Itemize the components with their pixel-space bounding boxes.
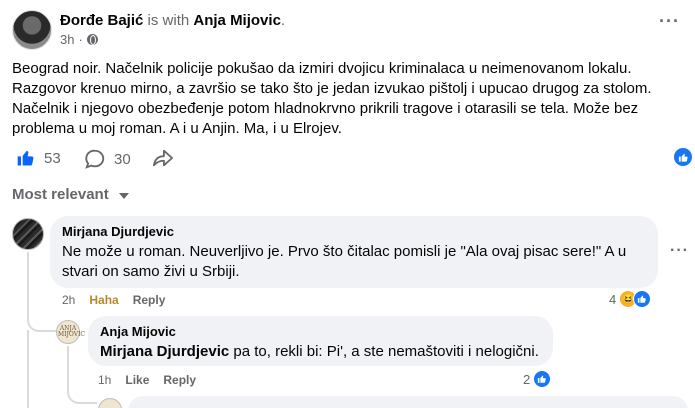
reply-button[interactable]: Reply bbox=[133, 293, 166, 307]
post-text: Beograd noir. Načelnik policije pokušao … bbox=[12, 60, 652, 137]
post-author-name[interactable]: Đorđe Bajić bbox=[60, 12, 143, 29]
comment-time[interactable]: 1h bbox=[98, 373, 111, 387]
post-author-line: Đorđe Bajić is with Anja Mijovic. bbox=[60, 12, 285, 30]
more-horizontal-icon[interactable]: ··· bbox=[670, 243, 689, 259]
thumbs-up-icon bbox=[633, 290, 652, 308]
tagged-user-name[interactable]: Anja Mijovic bbox=[193, 12, 281, 29]
post-header: Đorđe Bajić is with Anja Mijovic. 3h · ·… bbox=[12, 10, 682, 50]
thread-line bbox=[27, 330, 29, 408]
comment-text: Ne može u roman. Neuverljivo je. Prvo št… bbox=[62, 243, 627, 280]
comment-reaction-summary[interactable]: 2 bbox=[523, 370, 552, 388]
like-button[interactable]: Like bbox=[125, 373, 149, 387]
commenter-avatar[interactable]: ANJA MIJOVIC bbox=[56, 320, 86, 344]
haha-reaction-button[interactable]: Haha bbox=[89, 293, 118, 307]
reaction-count: 2 bbox=[523, 371, 531, 387]
comment-count: 30 bbox=[114, 150, 131, 168]
author-line-period: . bbox=[280, 12, 286, 29]
chevron-down-icon bbox=[118, 192, 129, 199]
comment-author[interactable]: Mirjana Djurdjevic bbox=[62, 224, 646, 240]
post-time[interactable]: 3h bbox=[60, 32, 74, 47]
commenter-avatar[interactable] bbox=[12, 218, 44, 250]
like-button[interactable]: 53 bbox=[16, 148, 61, 168]
meta-separator: · bbox=[78, 32, 83, 47]
thread-line bbox=[67, 346, 69, 386]
reaction-count: 4 bbox=[609, 291, 617, 307]
comment-bubble-icon bbox=[85, 149, 105, 169]
thumbs-up-icon bbox=[17, 150, 34, 166]
comment-body: pa to, rekli bi: Pi', a ste nemaštoviti … bbox=[229, 343, 539, 360]
comment-sort-dropdown[interactable]: Most relevant bbox=[12, 186, 129, 203]
thumbs-up-icon bbox=[678, 153, 688, 162]
more-horizontal-icon[interactable]: ··· bbox=[659, 12, 680, 30]
comment-actions: 2h Haha Reply bbox=[62, 293, 165, 307]
avatar-logo-text: ANJA MIJOVIC bbox=[58, 325, 86, 338]
comment-button[interactable]: 30 bbox=[84, 148, 131, 170]
reply-composer-avatar bbox=[98, 398, 122, 408]
post-meta: 3h · bbox=[60, 32, 98, 47]
author-avatar[interactable] bbox=[12, 10, 52, 50]
reply-button[interactable]: Reply bbox=[163, 373, 196, 387]
globe-icon bbox=[86, 34, 98, 45]
with-text: is with bbox=[147, 12, 190, 29]
comment-mention[interactable]: Mirjana Djurdjevic bbox=[100, 343, 229, 360]
comment-time[interactable]: 2h bbox=[62, 293, 75, 307]
comment-text: Mirjana Djurdjevic pa to, rekli bi: Pi',… bbox=[100, 342, 541, 362]
comment-bubble: Mirjana Djurdjevic Ne može u roman. Neuv… bbox=[50, 216, 658, 288]
thumbs-up-icon bbox=[533, 370, 552, 388]
share-button[interactable] bbox=[152, 148, 174, 168]
post-like-reaction-icon[interactable] bbox=[674, 148, 692, 166]
like-count: 53 bbox=[44, 149, 61, 167]
comment-reaction-summary[interactable]: 4 😆 bbox=[609, 290, 652, 308]
comment-author[interactable]: Anja Mijovic bbox=[100, 324, 541, 340]
share-arrow-icon bbox=[153, 149, 173, 167]
thread-connector bbox=[27, 310, 57, 332]
reply-input[interactable] bbox=[128, 396, 688, 408]
comment-bubble: Anja Mijovic Mirjana Djurdjevic pa to, r… bbox=[88, 316, 553, 366]
post-actions-bar: 53 30 bbox=[12, 148, 692, 170]
comment-actions: 1h Like Reply bbox=[98, 373, 196, 387]
thread-connector bbox=[67, 384, 97, 404]
thread-line bbox=[27, 252, 29, 312]
sort-label: Most relevant bbox=[12, 186, 109, 203]
